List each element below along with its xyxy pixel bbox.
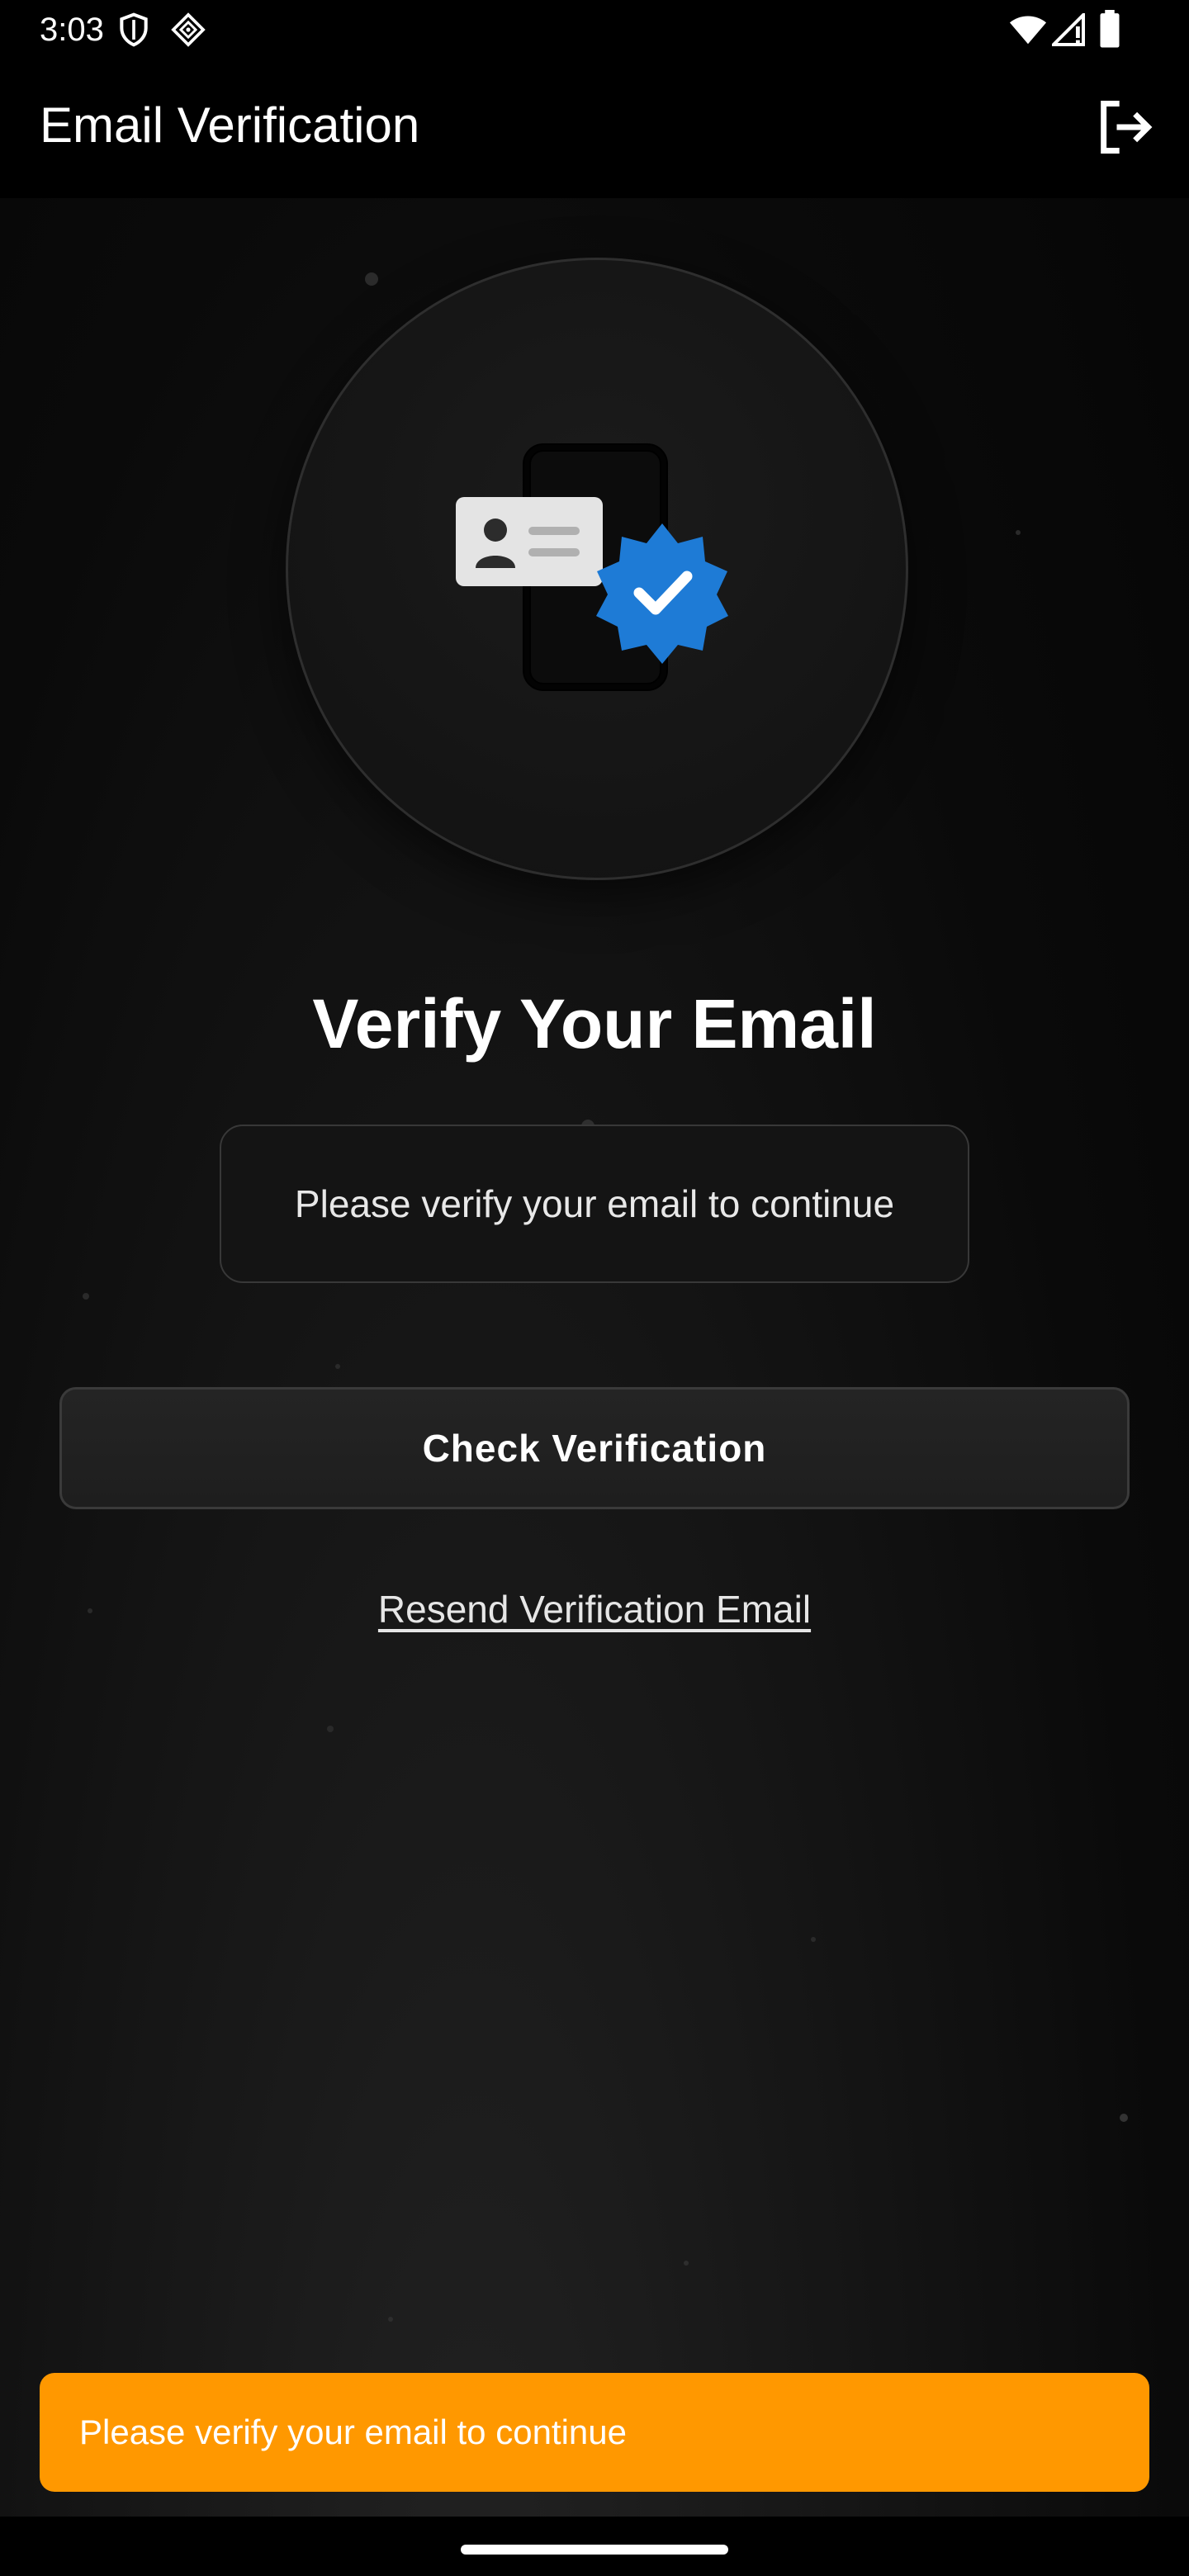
wifi-icon (1009, 16, 1047, 45)
shield-icon (120, 12, 148, 47)
background-dot (388, 2317, 393, 2322)
info-message-box: Please verify your email to continue (220, 1125, 969, 1283)
id-card-phone-verified-icon (456, 443, 728, 691)
background-dot (811, 1937, 816, 1942)
info-message: Please verify your email to continue (294, 1182, 895, 1225)
snackbar-message: Please verify your email to continue (79, 2413, 627, 2451)
background-dot (365, 272, 378, 286)
status-time: 3:03 (40, 12, 104, 48)
check-verification-button[interactable]: Check Verification (59, 1387, 1130, 1509)
background-dot (327, 1726, 334, 1732)
check-verification-label: Check Verification (422, 1427, 767, 1470)
background-dot (684, 2261, 689, 2266)
navigation-bar (0, 2517, 1189, 2576)
background-dot (335, 1364, 340, 1369)
home-gesture-handle[interactable] (461, 2545, 728, 2555)
logout-button[interactable] (1093, 96, 1156, 159)
background-dot (1120, 2114, 1128, 2122)
resend-verification-link[interactable]: Resend Verification Email (378, 1588, 811, 1631)
background-dot (1016, 530, 1021, 535)
app-bar: Email Verification (0, 59, 1189, 198)
verify-heading: Verify Your Email (312, 985, 877, 1063)
status-bar: 3:03 (0, 0, 1189, 59)
cell-signal-icon (1052, 13, 1085, 46)
resend-verification-link-container: Resend Verification Email (0, 1580, 1189, 1638)
logout-icon (1101, 101, 1153, 154)
vpn-key-icon (171, 12, 206, 47)
page-title: Email Verification (40, 97, 420, 153)
background-dot (83, 1293, 89, 1300)
screen: 3:03 Email Verification Verify Your Emai… (0, 0, 1189, 2576)
snackbar: Please verify your email to continue (40, 2373, 1149, 2492)
battery-icon (1100, 10, 1120, 48)
